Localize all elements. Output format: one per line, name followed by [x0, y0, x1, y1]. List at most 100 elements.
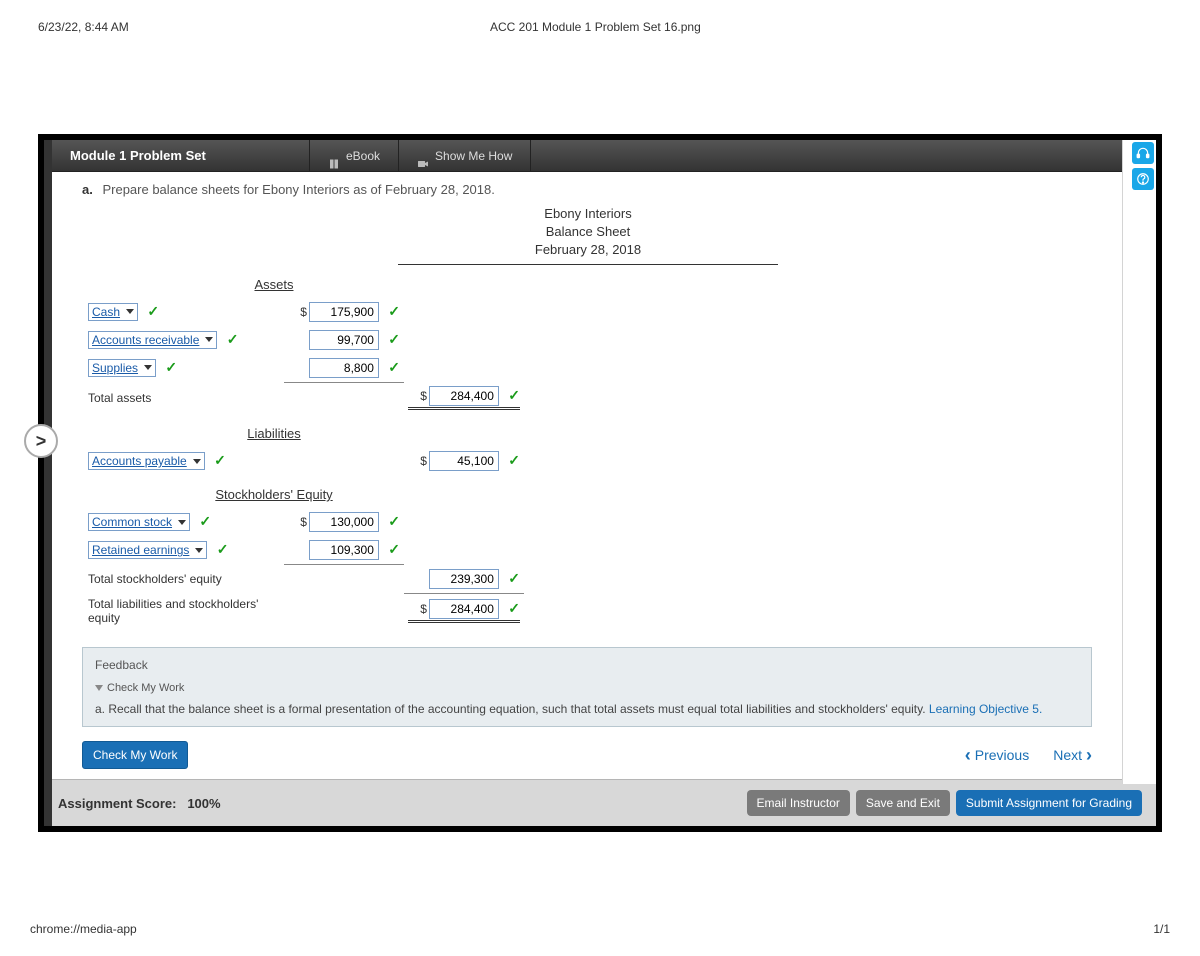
statement-name: Balance Sheet: [398, 223, 778, 241]
check-icon: ✓: [165, 359, 177, 375]
row-ap: Accounts payable ✓ $ ✓: [84, 447, 524, 475]
dollar-sign: $: [420, 602, 427, 616]
headset-icon[interactable]: [1132, 142, 1154, 164]
input-tlse[interactable]: [429, 599, 499, 619]
print-footer: chrome://media-app 1/1: [0, 832, 1200, 956]
learning-objective-link[interactable]: Learning Objective 5.: [929, 702, 1042, 716]
sheet-heading: Ebony Interiors Balance Sheet February 2…: [398, 205, 778, 265]
print-header: 6/23/22, 8:44 AM ACC 201 Module 1 Proble…: [0, 0, 1200, 34]
input-cs[interactable]: [309, 512, 379, 532]
ebook-label: eBook: [346, 140, 380, 172]
caret-icon: [144, 365, 152, 370]
print-footer-left: chrome://media-app: [30, 922, 137, 936]
help-icon[interactable]: [1132, 168, 1154, 190]
section-assets: Assets: [84, 277, 464, 292]
dropdown-ap[interactable]: Accounts payable: [88, 452, 205, 470]
check-icon: ✓: [217, 541, 229, 557]
check-icon: ✓: [388, 331, 400, 347]
print-footer-right: 1/1: [1153, 922, 1170, 936]
dollar-sign: $: [300, 515, 307, 529]
balance-sheet: Ebony Interiors Balance Sheet February 2…: [84, 205, 1092, 629]
footer-bar: Assignment Score: 100% Email Instructor …: [44, 779, 1156, 826]
check-icon: ✓: [388, 303, 400, 319]
row-cash: Cash ✓ $ ✓: [84, 298, 524, 326]
show-me-how-button[interactable]: Show Me How: [399, 140, 531, 172]
company-name: Ebony Interiors: [398, 205, 778, 223]
check-my-work-toggle[interactable]: Check My Work: [95, 682, 1079, 694]
caret-icon: [205, 337, 213, 342]
viewer-frame: Module 1 Problem Set eBook Show Me How: [38, 134, 1162, 832]
dollar-sign: $: [420, 454, 427, 468]
statement-date: February 28, 2018: [398, 241, 778, 259]
dropdown-supplies[interactable]: Supplies: [88, 359, 156, 377]
check-icon: ✓: [508, 600, 520, 616]
input-cash[interactable]: [309, 302, 379, 322]
check-my-work-button[interactable]: Check My Work: [82, 741, 188, 769]
expand-panel-handle[interactable]: >: [24, 424, 58, 458]
check-icon: ✓: [388, 541, 400, 557]
dropdown-ap-label: Accounts payable: [92, 454, 187, 468]
row-total-assets: Total assets $ ✓: [84, 382, 524, 414]
dropdown-ar[interactable]: Accounts receivable: [88, 331, 217, 349]
print-title: ACC 201 Module 1 Problem Set 16.png: [29, 20, 1162, 34]
row-tlse: Total liabilities and stockholders' equi…: [84, 593, 524, 629]
dollar-sign: $: [420, 389, 427, 403]
next-label: Next: [1053, 747, 1082, 763]
show-me-how-label: Show Me How: [435, 140, 512, 172]
assignment-score: Assignment Score: 100%: [58, 796, 221, 811]
input-ar[interactable]: [309, 330, 379, 350]
input-supplies[interactable]: [309, 358, 379, 378]
dropdown-cash[interactable]: Cash: [88, 303, 138, 321]
row-re: Retained earnings ✓ ✓: [84, 536, 524, 565]
dropdown-supplies-label: Supplies: [92, 361, 138, 375]
instruction-text: a. Prepare balance sheets for Ebony Inte…: [82, 182, 1092, 205]
check-icon: ✓: [227, 331, 239, 347]
previous-label: Previous: [975, 747, 1029, 763]
dropdown-cash-label: Cash: [92, 305, 120, 319]
next-button[interactable]: Next ›: [1053, 745, 1092, 766]
feedback-body: a. Recall that the balance sheet is a fo…: [95, 702, 1079, 716]
dropdown-cs[interactable]: Common stock: [88, 513, 190, 531]
check-icon: ✓: [508, 570, 520, 586]
save-and-exit-button[interactable]: Save and Exit: [856, 790, 950, 816]
input-tse[interactable]: [429, 569, 499, 589]
previous-button[interactable]: ‹ Previous: [965, 745, 1029, 766]
check-icon: ✓: [199, 513, 211, 529]
check-icon: ✓: [214, 452, 226, 468]
dropdown-ar-label: Accounts receivable: [92, 333, 199, 347]
feedback-title: Feedback: [95, 658, 1079, 672]
submit-assignment-button[interactable]: Submit Assignment for Grading: [956, 790, 1142, 816]
ebook-button[interactable]: eBook: [310, 140, 399, 172]
label-tlse: Total liabilities and stockholders' equi…: [84, 593, 284, 629]
liabilities-table: Accounts payable ✓ $ ✓: [84, 447, 524, 475]
instruction-letter: a.: [82, 182, 93, 197]
action-row: Check My Work ‹ Previous Next ›: [82, 741, 1092, 769]
label-tse: Total stockholders' equity: [84, 565, 284, 594]
book-icon: [328, 150, 340, 162]
score-value: 100%: [187, 796, 220, 811]
check-icon: ✓: [388, 359, 400, 375]
caret-icon: [195, 548, 203, 553]
toolbar: Module 1 Problem Set eBook Show Me How: [52, 140, 1122, 172]
video-icon: [417, 150, 429, 162]
section-liabilities: Liabilities: [84, 426, 464, 441]
feedback-text: a. Recall that the balance sheet is a fo…: [95, 702, 929, 716]
cmw-label: Check My Work: [107, 682, 184, 694]
dropdown-re[interactable]: Retained earnings: [88, 541, 207, 559]
row-cs: Common stock ✓ $ ✓: [84, 508, 524, 536]
email-instructor-button[interactable]: Email Instructor: [747, 790, 850, 816]
instruction-body: Prepare balance sheets for Ebony Interio…: [102, 182, 494, 197]
row-tse: Total stockholders' equity ✓: [84, 565, 524, 594]
left-gutter: [44, 140, 52, 826]
input-ap[interactable]: [429, 451, 499, 471]
chevron-left-icon: ‹: [965, 745, 971, 766]
equity-table: Common stock ✓ $ ✓: [84, 508, 524, 629]
dropdown-re-label: Retained earnings: [92, 543, 189, 557]
assets-table: Cash ✓ $ ✓: [84, 298, 524, 415]
dollar-sign: $: [300, 305, 307, 319]
input-total-assets[interactable]: [429, 386, 499, 406]
check-icon: ✓: [388, 513, 400, 529]
caret-icon: [126, 309, 134, 314]
check-icon: ✓: [508, 452, 520, 468]
input-re[interactable]: [309, 540, 379, 560]
